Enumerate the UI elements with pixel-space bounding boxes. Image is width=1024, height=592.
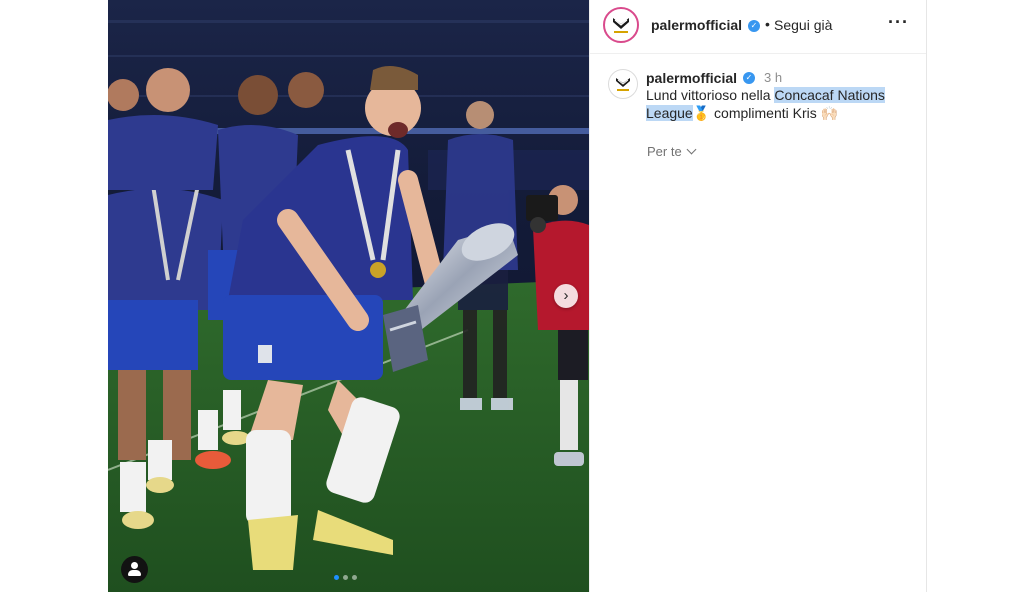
carousel-dot <box>334 575 339 580</box>
account-username[interactable]: palermofficial <box>651 17 742 33</box>
more-options-icon[interactable]: ··· <box>888 12 909 33</box>
next-photo-button[interactable]: › <box>554 284 578 308</box>
instagram-post-view: › palermofficial ✓ • Segui già ··· paler… <box>0 0 1024 592</box>
carousel-dot <box>343 575 348 580</box>
account-avatar[interactable] <box>603 7 639 43</box>
palermo-logo <box>613 18 629 33</box>
caption-text-end: 🥇 complimenti Kris 🙌🏻 <box>692 105 839 121</box>
user-tag-button[interactable] <box>121 556 148 583</box>
post-header: palermofficial ✓ • Segui già ··· <box>590 0 926 54</box>
post-time[interactable]: 3 h <box>764 70 782 85</box>
post-photo[interactable]: › <box>108 0 589 592</box>
verified-badge-icon: ✓ <box>748 20 760 32</box>
see-translation-link[interactable]: Per te <box>647 144 697 159</box>
separator-dot: • <box>765 16 770 32</box>
caption-text: Lund vittorioso nella <box>646 87 775 103</box>
palermo-logo <box>616 78 630 91</box>
carousel-dot <box>352 575 357 580</box>
chevron-right-icon: › <box>563 287 569 304</box>
chevron-down-icon <box>686 144 697 155</box>
translation-label: Per te <box>647 144 682 159</box>
celebration-photo <box>108 0 589 592</box>
caption-avatar[interactable] <box>608 69 638 99</box>
carousel-indicator <box>334 575 357 580</box>
following-button[interactable]: Segui già <box>774 17 832 33</box>
post-caption: Lund vittorioso nella Concacaf Nations L… <box>646 86 916 122</box>
caption-username[interactable]: palermofficial <box>646 70 737 86</box>
post-details-panel: palermofficial ✓ • Segui già ··· palermo… <box>589 0 927 592</box>
verified-badge-icon: ✓ <box>743 72 755 84</box>
